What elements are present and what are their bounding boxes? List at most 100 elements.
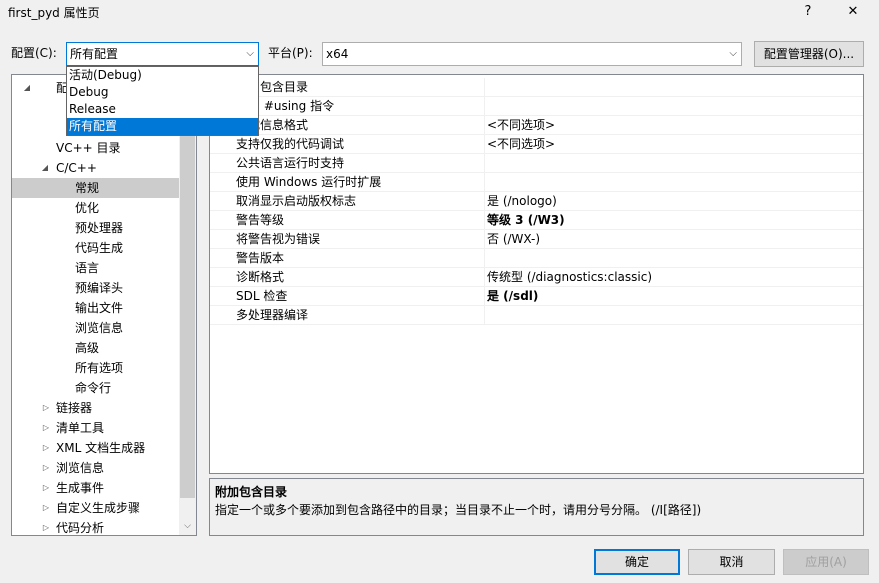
ok-button[interactable]: 确定 bbox=[594, 549, 680, 575]
tree-item[interactable]: ▷ XML 文档生成器 bbox=[12, 438, 179, 458]
tree-item-label: 预处理器 bbox=[75, 221, 124, 235]
tree-item-label: 命令行 bbox=[75, 381, 112, 395]
property-name: 将警告视为错误 bbox=[236, 232, 321, 246]
tree-item[interactable]: 浏览信息 bbox=[12, 318, 179, 338]
property-grid: 附加包含目录附加 #using 指令调试信息格式 <不同选项> 支持仅我的代码调试 <… bbox=[209, 74, 864, 474]
scroll-thumb[interactable] bbox=[180, 93, 195, 498]
expand-arrow-icon[interactable]: ▷ bbox=[41, 498, 51, 518]
platform-select[interactable]: x64 ⌵ bbox=[322, 42, 742, 66]
property-name: 附加包含目录 bbox=[236, 80, 309, 94]
property-row[interactable]: 警告等级 等级 3 (/W3) bbox=[210, 211, 863, 230]
property-name: 公共语言运行时支持 bbox=[236, 156, 345, 170]
tree-item[interactable]: 输出文件 bbox=[12, 298, 179, 318]
tree-item-label: 浏览信息 bbox=[56, 461, 105, 475]
property-row[interactable]: 多处理器编译 bbox=[210, 306, 863, 325]
tree-item[interactable]: 常规 bbox=[12, 178, 179, 198]
tree-item-label: 代码分析 bbox=[56, 521, 105, 535]
expand-arrow-icon[interactable]: ▷ bbox=[41, 458, 51, 478]
config-option[interactable]: 活动(Debug) bbox=[67, 67, 258, 84]
expand-arrow-icon[interactable]: ▷ bbox=[41, 418, 51, 438]
scroll-down-icon[interactable]: ⌵ bbox=[179, 518, 196, 535]
property-value[interactable]: <不同选项> bbox=[487, 135, 861, 153]
tree-item[interactable]: 命令行 bbox=[12, 378, 179, 398]
platform-label: 平台(P): bbox=[268, 46, 313, 60]
tree-item-label: 优化 bbox=[75, 201, 100, 215]
tree-item-label: 链接器 bbox=[56, 401, 93, 415]
close-button[interactable]: ✕ bbox=[838, 2, 868, 22]
tree-item[interactable]: ▷ 清单工具 bbox=[12, 418, 179, 438]
property-row[interactable]: 公共语言运行时支持 bbox=[210, 154, 863, 173]
property-row[interactable]: 使用 Windows 运行时扩展 bbox=[210, 173, 863, 192]
property-row[interactable]: 取消显示启动版权标志 是 (/nologo) bbox=[210, 192, 863, 211]
property-value[interactable]: 是 (/nologo) bbox=[487, 192, 861, 210]
expand-arrow-icon[interactable]: ▷ bbox=[41, 398, 51, 418]
expand-arrow-icon[interactable]: ▷ bbox=[41, 438, 51, 458]
tree-item[interactable]: 优化 bbox=[12, 198, 179, 218]
property-name: 使用 Windows 运行时扩展 bbox=[236, 175, 382, 189]
apply-button[interactable]: 应用(A) bbox=[783, 549, 869, 575]
config-option[interactable]: 所有配置 bbox=[67, 118, 258, 135]
chevron-down-icon: ⌵ bbox=[246, 48, 254, 59]
column-divider bbox=[484, 192, 485, 211]
property-name: 警告等级 bbox=[236, 213, 285, 227]
property-row[interactable]: 支持仅我的代码调试 <不同选项> bbox=[210, 135, 863, 154]
collapse-arrow-icon[interactable]: ◢ bbox=[22, 78, 32, 98]
help-button[interactable]: ? bbox=[793, 2, 823, 22]
property-value[interactable]: 传统型 (/diagnostics:classic) bbox=[487, 268, 861, 286]
cancel-button[interactable]: 取消 bbox=[688, 549, 775, 575]
tree-item-label: 语言 bbox=[75, 261, 100, 275]
tree-item[interactable]: 语言 bbox=[12, 258, 179, 278]
config-select-value: 所有配置 bbox=[70, 47, 119, 61]
property-row[interactable]: SDL 检查 是 (/sdl) bbox=[210, 287, 863, 306]
collapse-arrow-icon[interactable]: ◢ bbox=[40, 158, 50, 178]
config-manager-button[interactable]: 配置管理器(O)... bbox=[754, 41, 864, 67]
tree-scrollbar[interactable]: ▲ ⌵ bbox=[179, 75, 196, 535]
tree-item[interactable]: ▷ 浏览信息 bbox=[12, 458, 179, 478]
platform-select-value: x64 bbox=[326, 47, 349, 61]
property-name: 调试信息格式 bbox=[236, 118, 309, 132]
config-dropdown-list[interactable]: 活动(Debug) Debug Release 所有配置 bbox=[66, 66, 259, 136]
property-row[interactable]: 附加 #using 指令 bbox=[210, 97, 863, 116]
column-divider bbox=[484, 154, 485, 173]
tree-item[interactable]: 预编译头 bbox=[12, 278, 179, 298]
property-row[interactable]: 调试信息格式 <不同选项> bbox=[210, 116, 863, 135]
property-name: 诊断格式 bbox=[236, 270, 285, 284]
tree-item[interactable]: 代码生成 bbox=[12, 238, 179, 258]
tree-item[interactable]: VC++ 目录 bbox=[12, 138, 179, 158]
property-row[interactable]: 将警告视为错误 否 (/WX-) bbox=[210, 230, 863, 249]
chevron-down-icon: ⌵ bbox=[729, 48, 737, 59]
tree-item[interactable]: 预处理器 bbox=[12, 218, 179, 238]
tree-item[interactable]: 所有选项 bbox=[12, 358, 179, 378]
tree-item-label: 高级 bbox=[75, 341, 100, 355]
property-row[interactable]: 附加包含目录 bbox=[210, 78, 863, 97]
property-row[interactable]: 诊断格式 传统型 (/diagnostics:classic) bbox=[210, 268, 863, 287]
expand-arrow-icon[interactable]: ▷ bbox=[41, 518, 51, 535]
tree-item[interactable]: ▷ 生成事件 bbox=[12, 478, 179, 498]
property-value[interactable]: 否 (/WX-) bbox=[487, 230, 861, 248]
tree-item[interactable]: ▷ 自定义生成步骤 bbox=[12, 498, 179, 518]
tree-item-label: 预编译头 bbox=[75, 281, 124, 295]
tree-item[interactable]: ▷ 链接器 bbox=[12, 398, 179, 418]
config-select[interactable]: 所有配置 ⌵ bbox=[66, 42, 259, 66]
tree-item[interactable]: ▷ 代码分析 bbox=[12, 518, 179, 535]
property-value[interactable]: 是 (/sdl) bbox=[487, 287, 861, 305]
tree-item-label: VC++ 目录 bbox=[56, 141, 121, 155]
tree-item[interactable]: 高级 bbox=[12, 338, 179, 358]
column-divider bbox=[484, 135, 485, 154]
expand-arrow-icon[interactable]: ▷ bbox=[41, 478, 51, 498]
property-name: 取消显示启动版权标志 bbox=[236, 194, 357, 208]
column-divider bbox=[484, 268, 485, 287]
config-option[interactable]: Release bbox=[67, 101, 258, 118]
tree-item-label: 常规 bbox=[75, 181, 100, 195]
property-tree[interactable]: ◢配置属性常规调试VC++ 目录◢C/C++常规优化预处理器代码生成语言预编译头… bbox=[11, 74, 197, 536]
property-value[interactable]: 等级 3 (/W3) bbox=[487, 211, 861, 229]
property-value[interactable]: <不同选项> bbox=[487, 116, 861, 134]
property-row[interactable]: 警告版本 bbox=[210, 249, 863, 268]
config-option[interactable]: Debug bbox=[67, 84, 258, 101]
tree-item-label: 自定义生成步骤 bbox=[56, 501, 141, 515]
property-name: 警告版本 bbox=[236, 251, 285, 265]
column-divider bbox=[484, 97, 485, 116]
tree-item[interactable]: ◢ C/C++ bbox=[12, 158, 179, 178]
column-divider bbox=[484, 249, 485, 268]
column-divider bbox=[484, 116, 485, 135]
